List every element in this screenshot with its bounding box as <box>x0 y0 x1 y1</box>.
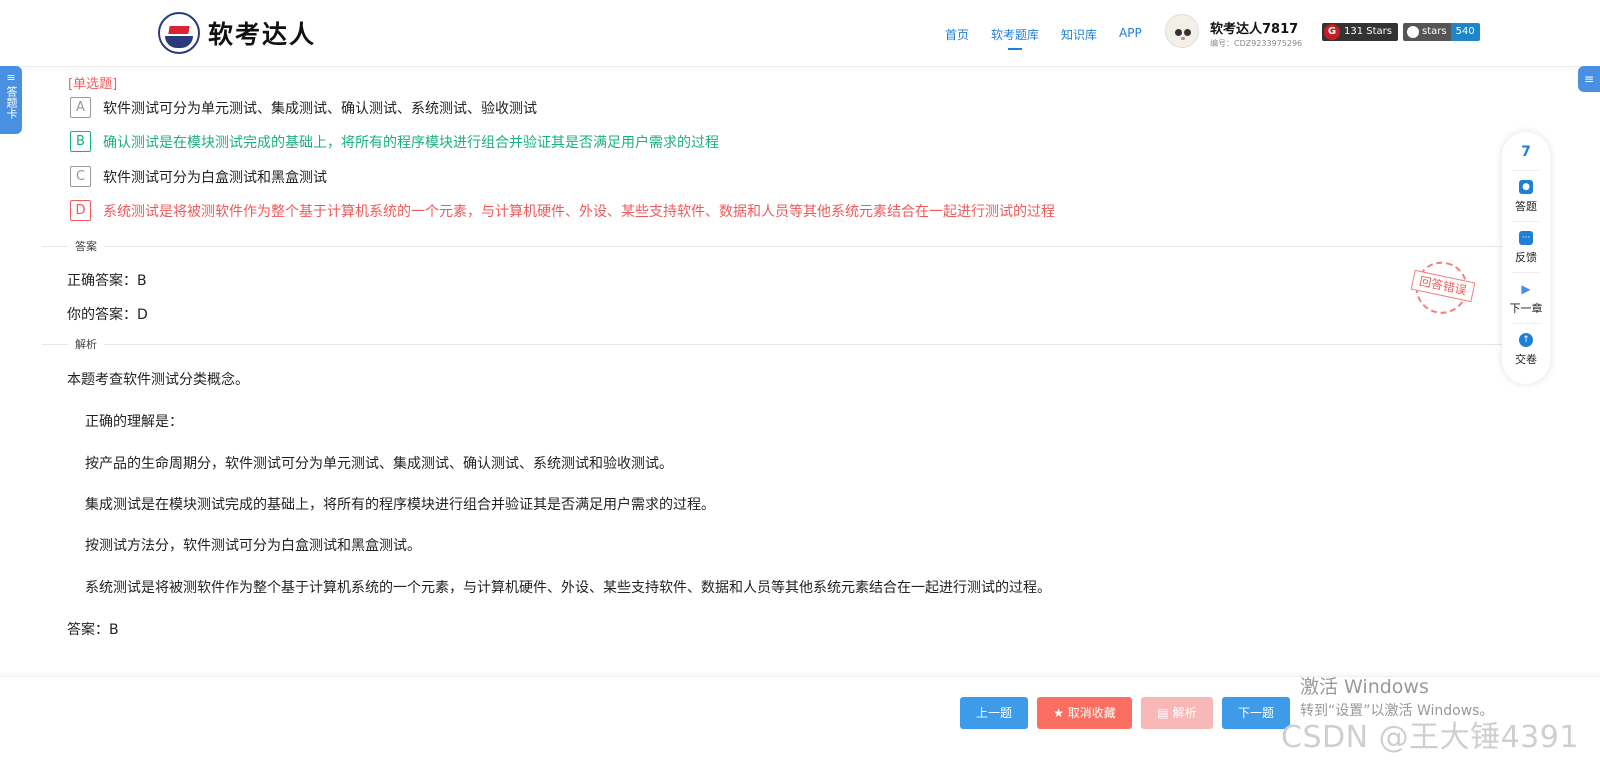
github-icon <box>1407 26 1419 38</box>
panel-separator <box>1512 221 1540 222</box>
option-letter: B <box>70 131 91 152</box>
analysis-paragraph: 系统测试是将被测软件作为整个基于计算机系统的一个元素，与计算机硬件、外设、某些支… <box>85 580 1051 596</box>
option-d[interactable]: D 系统测试是将被测软件作为整个基于计算机系统的一个元素，与计算机硬件、外设、某… <box>70 200 1055 221</box>
logo-emblem-icon <box>158 12 200 54</box>
nav-app[interactable]: APP <box>1119 26 1142 43</box>
nav-knowledge-base[interactable]: 知识库 <box>1061 26 1097 43</box>
user-avatar[interactable] <box>1165 14 1199 48</box>
gitee-stars-count: 131 Stars <box>1344 26 1392 37</box>
question-number: 7 <box>1521 144 1531 160</box>
submit-button[interactable]: ↑ 交卷 <box>1502 333 1550 367</box>
answer-section-label: 答案 <box>68 238 104 254</box>
option-c[interactable]: C 软件测试可分为白盒测试和黑盒测试 <box>70 166 327 187</box>
analysis-section-label: 解析 <box>68 336 104 352</box>
github-stars-badge[interactable]: stars 540 <box>1403 23 1480 41</box>
next-chapter-icon: ▶ <box>1521 282 1531 296</box>
option-text: 系统测试是将被测软件作为整个基于计算机系统的一个元素，与计算机硬件、外设、某些支… <box>103 203 1055 220</box>
menu-icon: ≡ <box>1583 72 1595 86</box>
prev-question-button[interactable]: 上一题 <box>960 697 1028 729</box>
csdn-watermark: CSDN @王大锤4391 <box>1281 720 1579 755</box>
option-letter: D <box>70 200 91 221</box>
panel-separator <box>1512 272 1540 273</box>
analysis-answer: 答案：B <box>67 622 119 638</box>
right-menu-tab[interactable]: ≡ <box>1578 66 1600 92</box>
option-letter: A <box>70 97 91 118</box>
github-stars-count: 540 <box>1450 23 1480 41</box>
analysis-paragraph: 按测试方法分，软件测试可分为白盒测试和黑盒测试。 <box>85 538 421 554</box>
floating-tool-panel: 7 ● 答题 ··· 反馈 ▶ 下一章 ↑ 交卷 <box>1502 132 1550 384</box>
analysis-paragraph: 按产品的生命周期分，软件测试可分为单元测试、集成测试、确认测试、系统测试和验收测… <box>85 456 673 472</box>
next-chapter-button[interactable]: ▶ 下一章 <box>1502 282 1550 316</box>
analysis-divider <box>42 344 1522 345</box>
user-name[interactable]: 软考达人7817 <box>1210 18 1298 37</box>
question-type: [单选题] <box>68 77 118 92</box>
logo-text: 软考达人 <box>208 20 317 49</box>
nav-question-bank[interactable]: 软考题库 <box>991 26 1039 50</box>
site-logo[interactable]: 软考达人 <box>158 12 316 54</box>
analysis-intro: 本题考查软件测试分类概念。 <box>67 372 249 388</box>
option-text: 软件测试可分为单元测试、集成测试、确认测试、系统测试、验收测试 <box>103 100 537 117</box>
analysis-button[interactable]: ▤ 解析 <box>1141 697 1213 729</box>
analysis-paragraph: 正确的理解是： <box>85 414 183 430</box>
answer-button[interactable]: ● 答题 <box>1502 180 1550 214</box>
next-question-button[interactable]: 下一题 <box>1222 697 1290 729</box>
feedback-button[interactable]: ··· 反馈 <box>1502 231 1550 265</box>
main-nav: 首页 软考题库 知识库 APP <box>945 26 1164 50</box>
nav-home[interactable]: 首页 <box>945 26 969 43</box>
question-content: [单选题] A 软件测试可分为单元测试、集成测试、确认测试、系统测试、验收测试 … <box>0 66 1538 659</box>
github-stars-label: stars <box>1422 26 1447 37</box>
submit-icon: ↑ <box>1519 333 1533 347</box>
option-letter: C <box>70 166 91 187</box>
panel-separator <box>1512 323 1540 324</box>
answer-icon: ● <box>1519 180 1533 194</box>
analysis-paragraph: 集成测试是在模块测试完成的基础上，将所有的程序模块进行组合并验证其是否满足用户需… <box>85 497 715 513</box>
gitee-stars-badge[interactable]: G 131 Stars <box>1322 23 1398 41</box>
your-answer: 你的答案：D <box>67 307 148 323</box>
top-header: 软考达人 首页 软考题库 知识库 APP 软考达人7817 编号：CDZ9233… <box>0 0 1600 67</box>
correct-answer: 正确答案：B <box>67 273 147 289</box>
option-b[interactable]: B 确认测试是在模块测试完成的基础上，将所有的程序模块进行组合并验证其是否满足用… <box>70 131 719 152</box>
panel-separator <box>1512 170 1540 171</box>
user-id: 编号：CDZ9233975296 <box>1210 39 1303 48</box>
option-text: 软件测试可分为白盒测试和黑盒测试 <box>103 169 327 186</box>
answer-divider <box>42 246 1522 247</box>
unfavorite-button[interactable]: ★ 取消收藏 <box>1037 697 1132 729</box>
option-a[interactable]: A 软件测试可分为单元测试、集成测试、确认测试、系统测试、验收测试 <box>70 97 537 118</box>
option-text: 确认测试是在模块测试完成的基础上，将所有的程序模块进行组合并验证其是否满足用户需… <box>103 134 719 151</box>
gitee-icon: G <box>1324 24 1340 40</box>
feedback-icon: ··· <box>1519 231 1533 245</box>
